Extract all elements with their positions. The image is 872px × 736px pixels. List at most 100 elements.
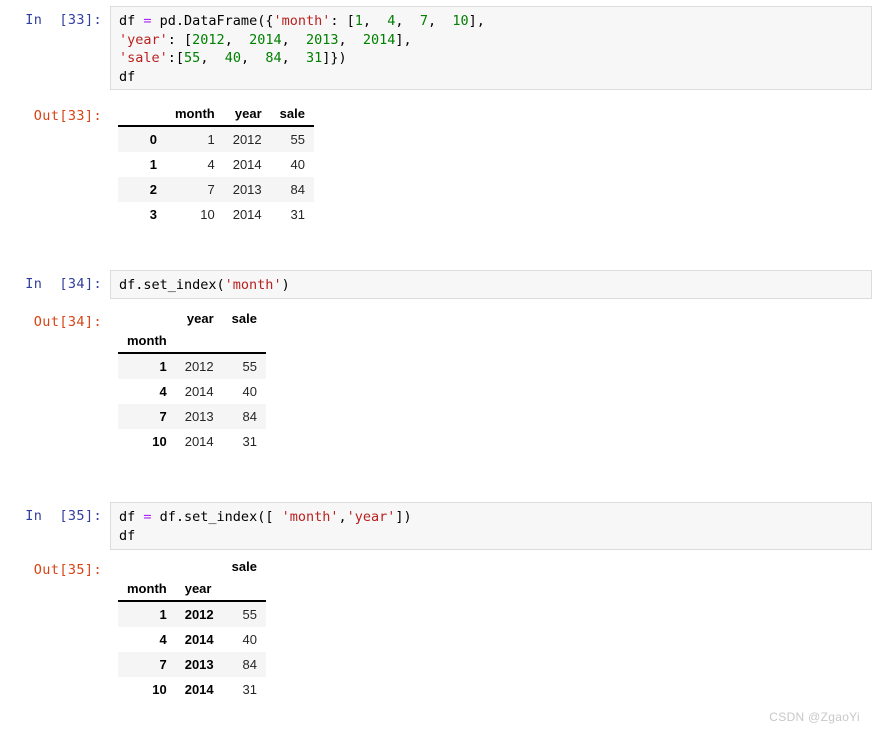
row-index: 7 (118, 652, 176, 677)
code-token: 7 (419, 13, 428, 29)
dataframe-output-34: year sale month 1 2012 55 4 2014 40 7 20… (118, 308, 266, 454)
dataframe-table: sale month year 1 2012 55 4 2014 40 7 20… (118, 556, 266, 702)
code-token: 2014 (362, 31, 396, 48)
cell-value: 2013 (223, 177, 271, 202)
input-prompt-35[interactable]: In [35]: (0, 508, 102, 524)
code-token: df (119, 527, 136, 544)
index-name-spacer (222, 331, 266, 354)
code-token: : [ (330, 13, 355, 29)
code-line: 'year': [2012, 2014, 2013, 2014], (119, 31, 863, 50)
row-index: 2 (118, 177, 166, 202)
cell-value: 84 (222, 652, 266, 677)
code-token: , (338, 509, 347, 525)
index-header: month (118, 579, 176, 602)
code-token: ], (468, 13, 485, 29)
code-editor-34[interactable]: df.set_index('month') (110, 270, 872, 299)
row-index: 0 (118, 126, 166, 152)
code-token: , (240, 50, 266, 66)
dataframe-table: year sale month 1 2012 55 4 2014 40 7 20… (118, 308, 266, 454)
cell-value: 2014 (232, 207, 262, 222)
dataframe-table: month year sale 0 1 2012 55 1 4 2014 40 (118, 104, 314, 227)
code-token: ]) (395, 509, 412, 525)
code-line: df (119, 68, 863, 87)
row-index: 1 (149, 157, 157, 172)
row-index: 10 (152, 434, 167, 449)
index-name-row: month (118, 331, 266, 354)
code-token: , (427, 13, 453, 29)
code-token: , (224, 31, 250, 48)
cell-value: 31 (242, 682, 257, 697)
column-header: sale (270, 104, 314, 127)
code-token: 'sale' (119, 50, 168, 66)
table-header-row: month year sale (118, 104, 314, 127)
row-index: 2014 (184, 682, 214, 697)
code-token: 2013 (305, 31, 339, 48)
code-token: ], (395, 31, 412, 48)
table-row: 10 2014 31 (118, 429, 266, 454)
table-row: 4 2014 40 (118, 627, 266, 652)
column-header: sale (231, 559, 257, 574)
code-token: df (119, 68, 136, 85)
input-prompt-33[interactable]: In [33]: (0, 12, 102, 28)
row-index: 2013 (175, 652, 223, 677)
cell-value: 55 (222, 601, 266, 627)
index-name-spacer (175, 331, 223, 354)
index-header: month (118, 331, 176, 354)
table-row: 1 4 2014 40 (118, 152, 314, 177)
table-body: 1 2012 55 4 2014 40 7 2013 84 10 2014 31 (118, 601, 266, 702)
cell-value: 31 (290, 207, 305, 222)
cell-value: 40 (290, 157, 305, 172)
column-header: sale (231, 311, 257, 326)
row-index: 10 (152, 682, 167, 697)
table-row: 1 2012 55 (118, 601, 266, 627)
table-row: 7 2013 84 (118, 404, 266, 429)
code-token: : [ (167, 31, 193, 48)
cell-value: 7 (166, 177, 224, 202)
code-token: 2014 (249, 31, 282, 48)
code-token: , (281, 50, 307, 66)
cell-value: 40 (242, 632, 257, 647)
cell-value: 2014 (232, 157, 262, 172)
code-token: 55 (184, 50, 201, 66)
code-token: = (143, 509, 152, 525)
row-index: 1 (118, 601, 176, 627)
table-header-row: year sale (118, 308, 266, 331)
code-line: 'sale':[55, 40, 84, 31]}) (119, 49, 863, 68)
input-prompt-34[interactable]: In [34]: (0, 276, 102, 292)
code-line: df = pd.DataFrame({'month': [1, 4, 7, 10… (119, 12, 863, 31)
code-token: , (200, 50, 225, 66)
code-token: 84 (265, 50, 282, 66)
row-index: 2014 (184, 632, 214, 647)
code-token: , (281, 31, 306, 48)
row-index: 3 (149, 207, 157, 222)
cell-value: 1 (166, 126, 224, 152)
output-prompt-34: Out[34]: (33, 314, 102, 330)
code-token: 2012 (192, 31, 225, 48)
table-head: month year sale (118, 104, 314, 127)
row-index: 4 (159, 384, 167, 399)
code-token: = (143, 13, 152, 29)
row-index: 1 (118, 353, 176, 379)
index-name-row: month year (118, 579, 266, 602)
cell-value: 2012 (223, 126, 271, 152)
dataframe-output-33: month year sale 0 1 2012 55 1 4 2014 40 (118, 104, 314, 227)
output-prompt-35: Out[35]: (33, 562, 102, 578)
code-token: 'year' (346, 509, 396, 525)
dataframe-output-35: sale month year 1 2012 55 4 2014 40 7 20… (118, 556, 266, 702)
cell-value: 2014 (184, 384, 214, 399)
code-line: df = df.set_index([ 'month','year']) (119, 508, 863, 527)
code-token: , (362, 13, 388, 29)
cell-value: 10 (200, 207, 215, 222)
cell-value: 55 (270, 126, 314, 152)
code-token: , (338, 31, 363, 48)
index-header-spacer (118, 308, 176, 331)
code-editor-35[interactable]: df = df.set_index([ 'month','year']) df (110, 502, 872, 550)
index-header: year (175, 579, 223, 602)
row-index: 2012 (175, 601, 223, 627)
cell-value: 2012 (175, 353, 223, 379)
table-row: 4 2014 40 (118, 379, 266, 404)
index-header-spacer (176, 556, 223, 579)
code-editor-33[interactable]: df = pd.DataFrame({'month': [1, 4, 7, 10… (110, 6, 872, 90)
table-head: sale month year (118, 556, 266, 602)
table-row: 3 10 2014 31 (118, 202, 314, 227)
